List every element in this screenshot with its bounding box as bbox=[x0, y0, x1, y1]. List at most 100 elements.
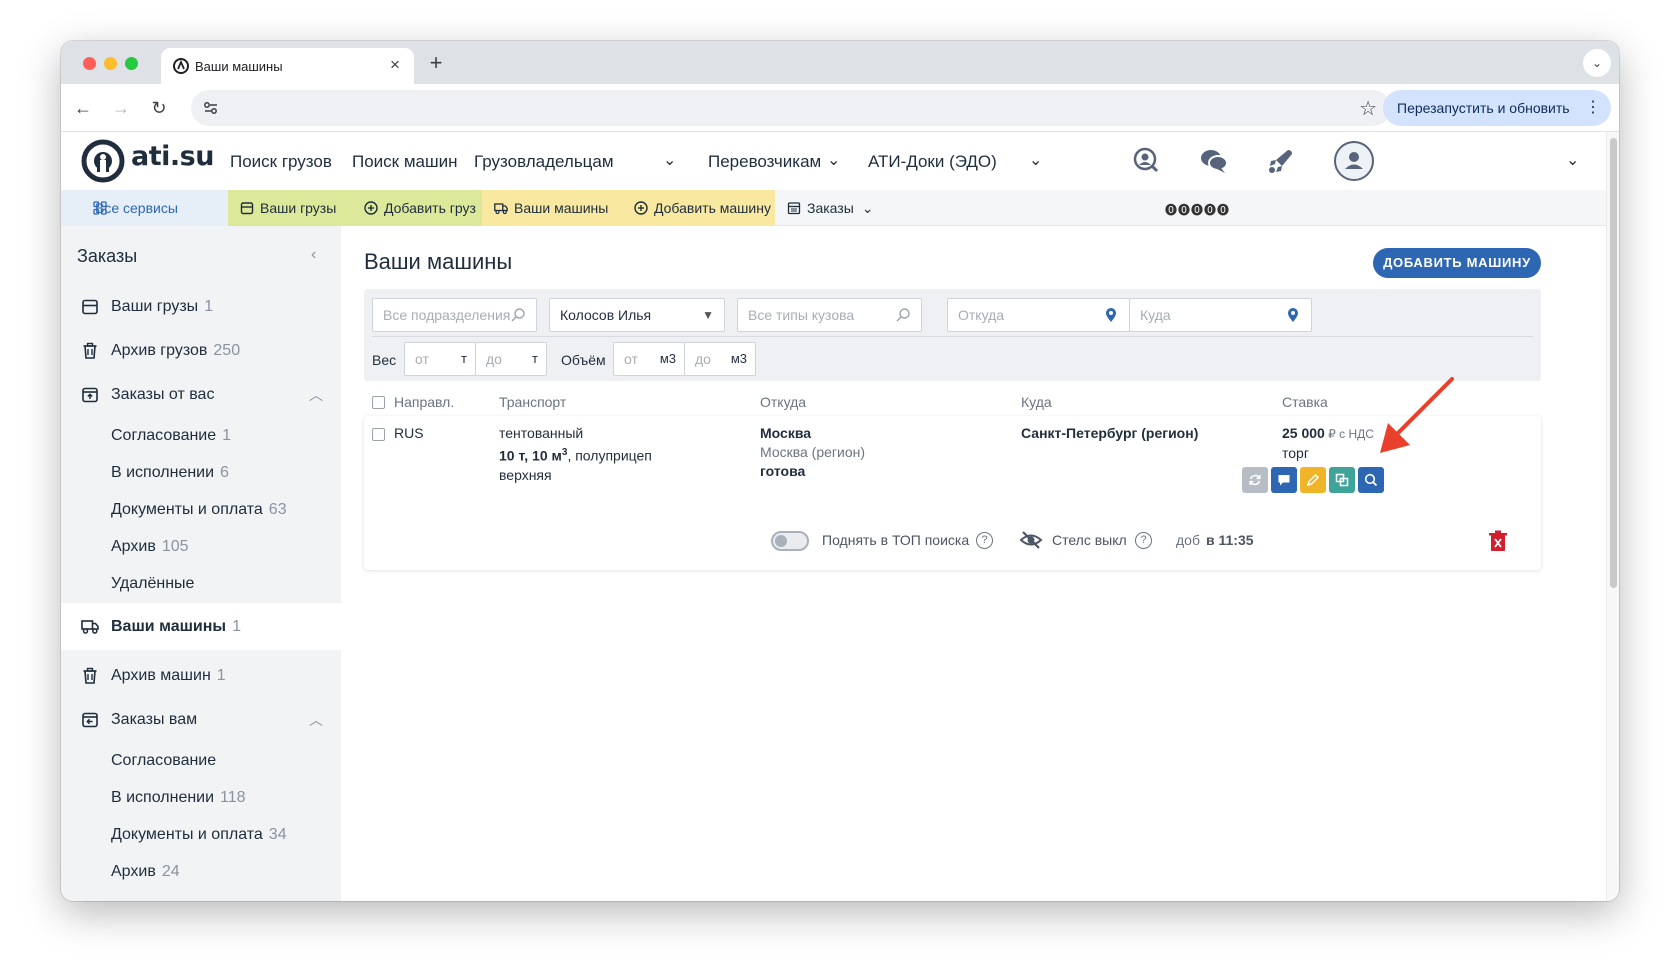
column-rate: Ставка bbox=[1282, 394, 1328, 410]
sidebar-subitem-deleted[interactable]: Удалённые bbox=[61, 565, 341, 603]
chevron-up-icon[interactable]: ︿ bbox=[309, 376, 323, 414]
sidebar-item-label: Архив bbox=[111, 863, 156, 880]
nav-find-trucks[interactable]: Поиск машин bbox=[352, 152, 458, 172]
tab-close-icon[interactable]: × bbox=[384, 54, 406, 76]
your-trucks-link[interactable]: Ваши машины bbox=[482, 190, 622, 226]
weight-to-input[interactable]: до т bbox=[475, 342, 547, 376]
add-truck-button[interactable]: ДОБАВИТЬ МАШИНУ bbox=[1373, 248, 1541, 278]
minimize-window-button[interactable] bbox=[104, 57, 117, 70]
help-icon[interactable]: ? bbox=[976, 532, 993, 549]
chevron-down-icon[interactable]: ⌄ bbox=[663, 150, 676, 170]
raise-top-toggle[interactable] bbox=[771, 531, 809, 551]
relaunch-update-button[interactable]: Перезапустить и обновить ⋮ bbox=[1383, 90, 1611, 126]
orders-dropdown[interactable]: Заказы ⌄ bbox=[775, 190, 885, 226]
maximize-window-button[interactable] bbox=[125, 57, 138, 70]
sidebar-item-orders-from-you[interactable]: Заказы от вас ︿ bbox=[61, 376, 341, 414]
from-region: Москва (регион) bbox=[760, 444, 866, 460]
person-select[interactable]: Колосов Илья ▼ bbox=[549, 298, 725, 332]
body-types-filter[interactable]: Все типы кузова bbox=[737, 298, 922, 332]
browser-toolbar: ← → ↻ ☆ Перезапустить и обновить ⋮ bbox=[61, 84, 1619, 132]
collapse-sidebar-icon[interactable]: ‹ bbox=[311, 246, 316, 264]
address-bar[interactable]: ☆ bbox=[191, 90, 1391, 126]
chevron-down-icon[interactable]: ⌄ bbox=[1029, 150, 1042, 170]
truck-icon bbox=[494, 203, 508, 215]
edit-button[interactable] bbox=[1300, 467, 1326, 493]
header-expand-chevron-icon[interactable]: ⌄ bbox=[1566, 150, 1579, 170]
nav-find-cargo[interactable]: Поиск грузов bbox=[230, 152, 332, 172]
nav-carriers[interactable]: Перевозчикам bbox=[708, 152, 821, 172]
close-window-button[interactable] bbox=[83, 57, 96, 70]
reload-icon[interactable]: ↻ bbox=[147, 96, 171, 120]
scrollbar-thumb[interactable] bbox=[1610, 138, 1617, 588]
user-avatar[interactable] bbox=[1334, 141, 1374, 181]
sidebar-subitem-documents[interactable]: Документы и оплата 63 bbox=[61, 491, 341, 529]
tab-strip: Ваши машины × + ⌄ bbox=[61, 41, 1619, 84]
sidebar-item-your-trucks[interactable]: Ваши машины 1 bbox=[61, 603, 341, 650]
kebab-menu-icon[interactable]: ⋮ bbox=[1585, 90, 1601, 126]
sidebar-item-count: 63 bbox=[268, 501, 287, 518]
copy-button[interactable] bbox=[1329, 467, 1355, 493]
new-tab-button[interactable]: + bbox=[423, 51, 449, 77]
sidebar-subitem-in-progress[interactable]: В исполнении 118 bbox=[61, 779, 341, 817]
browser-tab[interactable]: Ваши машины × bbox=[161, 48, 414, 84]
trash-icon bbox=[83, 342, 97, 359]
sidebar-subitem-in-progress[interactable]: В исполнении 6 bbox=[61, 454, 341, 492]
weight-from-input[interactable]: от т bbox=[404, 342, 476, 376]
sidebar-subitem-approval[interactable]: Согласование 1 bbox=[61, 417, 341, 455]
nav-ati-docs[interactable]: АТИ-Доки (ЭДО) bbox=[868, 152, 997, 172]
sidebar-item-truck-archive[interactable]: Архив машин 1 bbox=[61, 657, 341, 695]
orders-label: Заказы bbox=[807, 200, 854, 216]
chevron-down-icon[interactable]: ⌄ bbox=[827, 150, 840, 170]
volume-to-input[interactable]: до м3 bbox=[684, 342, 756, 376]
your-trucks-label: Ваши машины bbox=[514, 200, 609, 216]
volume-from-input[interactable]: от м3 bbox=[613, 342, 685, 376]
row-transport: тентованный 10 т, 10 м3, полуприцеп верх… bbox=[499, 424, 739, 485]
from-location-input[interactable]: Откуда bbox=[947, 298, 1130, 332]
forward-arrow-icon[interactable]: → bbox=[109, 96, 133, 120]
help-icon[interactable]: ? bbox=[1135, 532, 1152, 549]
eye-off-icon[interactable] bbox=[1019, 530, 1043, 550]
to-location-input[interactable]: Куда bbox=[1129, 298, 1312, 332]
sidebar-subitem-archive[interactable]: Архив 105 bbox=[61, 528, 341, 566]
sidebar-item-count: 118 bbox=[220, 789, 246, 806]
search-icon bbox=[896, 308, 910, 322]
bookmark-star-icon[interactable]: ☆ bbox=[1359, 96, 1377, 121]
select-all-checkbox[interactable] bbox=[372, 396, 385, 409]
box-icon bbox=[240, 202, 254, 215]
row-checkbox[interactable] bbox=[372, 428, 385, 441]
map-pin-icon bbox=[1288, 308, 1298, 322]
sidebar: Заказы ‹ Ваши грузы 1 Архив грузов 250 З… bbox=[61, 226, 341, 901]
tab-search-chevron-icon[interactable]: ⌄ bbox=[1583, 49, 1611, 77]
sidebar-subitem-archive[interactable]: Архив 24 bbox=[61, 853, 341, 891]
sidebar-item-count: 250 bbox=[213, 342, 241, 359]
comment-button[interactable] bbox=[1271, 467, 1297, 493]
search-loads-button[interactable] bbox=[1358, 467, 1384, 493]
sidebar-item-your-cargo[interactable]: Ваши грузы 1 bbox=[61, 288, 341, 326]
chat-bubbles-icon[interactable] bbox=[1199, 146, 1229, 176]
added-time: в 11:35 bbox=[1206, 532, 1254, 548]
sidebar-subitem-approval[interactable]: Согласование bbox=[61, 742, 341, 780]
your-cargo-link[interactable]: Ваши грузы bbox=[228, 190, 352, 226]
calendar-icon bbox=[787, 202, 801, 215]
user-search-icon[interactable] bbox=[1131, 146, 1161, 176]
chevron-up-icon[interactable]: ︿ bbox=[309, 701, 323, 739]
refresh-button[interactable] bbox=[1242, 467, 1268, 493]
main-content: Ваши машины ДОБАВИТЬ МАШИНУ Все подразде… bbox=[341, 226, 1606, 901]
site-settings-icon[interactable] bbox=[201, 98, 221, 118]
sidebar-item-orders-to-you[interactable]: Заказы вам ︿ bbox=[61, 701, 341, 739]
notifications-rocket-icon[interactable] bbox=[1266, 146, 1296, 176]
back-arrow-icon[interactable]: ← bbox=[71, 96, 95, 120]
add-cargo-link[interactable]: Добавить груз bbox=[352, 190, 482, 226]
nav-cargo-owners[interactable]: Грузовладельцам bbox=[474, 152, 614, 172]
ati-logo-icon[interactable] bbox=[81, 139, 125, 183]
all-services-link[interactable]: Все сервисы bbox=[61, 190, 228, 226]
weight-unit: т bbox=[461, 351, 467, 366]
add-truck-link[interactable]: Добавить машину bbox=[622, 190, 775, 226]
logo-text[interactable]: ati.su bbox=[131, 141, 214, 172]
to-city: Санкт-Петербург (регион) bbox=[1021, 425, 1199, 441]
sidebar-item-cargo-archive[interactable]: Архив грузов 250 bbox=[61, 332, 341, 370]
delete-trash-icon[interactable] bbox=[1488, 530, 1508, 552]
sidebar-subitem-documents[interactable]: Документы и оплата 34 bbox=[61, 816, 341, 854]
subdivisions-filter[interactable]: Все подразделения bbox=[372, 298, 537, 332]
page-scrollbar[interactable] bbox=[1606, 132, 1619, 901]
